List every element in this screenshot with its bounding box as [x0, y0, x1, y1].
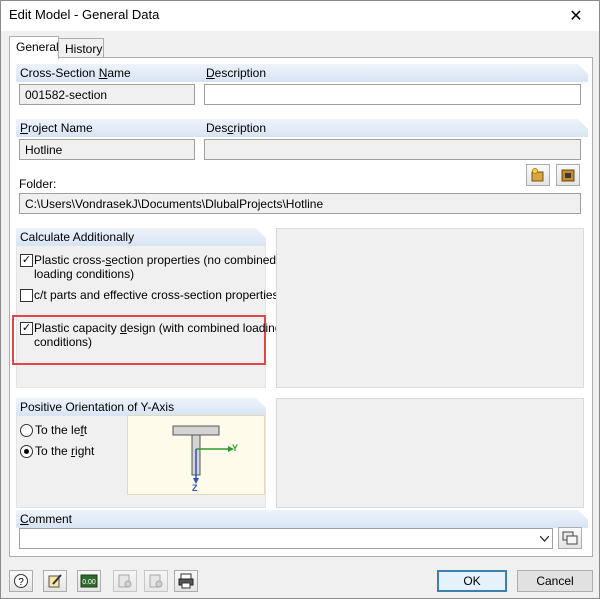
- units-button[interactable]: 0.00: [77, 570, 101, 592]
- plastic-capacity-label: Plastic capacity design (with combined l…: [34, 321, 282, 349]
- window-title: Edit Model - General Data: [9, 7, 160, 22]
- svg-text:?: ?: [18, 577, 24, 588]
- tab-history[interactable]: History: [58, 38, 104, 58]
- close-icon: ✕: [569, 8, 583, 25]
- import-button[interactable]: [113, 570, 137, 592]
- edit-button[interactable]: [43, 570, 67, 592]
- ct-parts-label: c/t parts and effective cross-section pr…: [34, 288, 279, 302]
- project-manager-button[interactable]: [556, 164, 580, 186]
- title-bar: Edit Model - General Data ✕: [1, 1, 599, 31]
- cross-section-name-field[interactable]: 001582-section: [19, 84, 195, 105]
- plastic-properties-checkbox[interactable]: ✓: [20, 254, 33, 267]
- comment-header: Comment: [16, 510, 588, 528]
- chevron-down-icon: [540, 535, 549, 542]
- project-name-label: Project Name: [20, 121, 93, 135]
- comment-field[interactable]: [19, 528, 553, 549]
- comment-library-button[interactable]: [558, 527, 582, 549]
- ok-button[interactable]: OK: [437, 570, 507, 592]
- project-manager-icon: [561, 169, 575, 182]
- calculate-header-label: Calculate Additionally: [20, 230, 135, 244]
- cancel-button[interactable]: Cancel: [517, 570, 593, 592]
- plastic-properties-label: Plastic cross-section properties (no com…: [34, 253, 277, 281]
- help-button[interactable]: ?: [9, 570, 33, 592]
- export-button[interactable]: [144, 570, 168, 592]
- svg-text:0.00: 0.00: [82, 579, 96, 586]
- cross-section-header: Cross-Section Name Description: [16, 64, 588, 82]
- new-folder-icon: [531, 168, 544, 182]
- cross-section-description-field[interactable]: [204, 84, 581, 105]
- orientation-side-panel: [276, 398, 584, 508]
- comment-library-icon: [562, 531, 578, 545]
- general-panel: Cross-Section Name Description 001582-se…: [9, 57, 593, 557]
- calculate-side-panel: [276, 228, 584, 388]
- print-button[interactable]: [174, 570, 198, 592]
- units-icon: 0.00: [80, 574, 98, 588]
- folder-path-field[interactable]: C:\Users\VondrasekJ\Documents\DlubalProj…: [19, 193, 581, 214]
- orientation-header-label: Positive Orientation of Y-Axis: [20, 400, 175, 414]
- cross-section-description-label: Description: [206, 66, 267, 80]
- comment-label: Comment: [20, 512, 73, 526]
- project-name-field[interactable]: Hotline: [19, 139, 195, 160]
- orientation-header: Positive Orientation of Y-Axis: [16, 398, 266, 416]
- ct-parts-checkbox[interactable]: [20, 289, 33, 302]
- tab-history-label: History: [65, 42, 103, 56]
- calculate-header: Calculate Additionally: [16, 228, 266, 246]
- close-button[interactable]: ✕: [553, 1, 599, 31]
- checkmark-icon: ✓: [21, 254, 32, 266]
- cross-section-name-label: Cross-Section Name: [20, 66, 131, 80]
- project-description-field[interactable]: [204, 139, 581, 160]
- checkmark-icon: ✓: [21, 322, 32, 334]
- comment-dropdown[interactable]: [537, 529, 552, 548]
- edit-icon: [48, 574, 62, 588]
- import-icon: [118, 574, 132, 588]
- project-description-label: Description: [206, 121, 267, 135]
- help-icon: ?: [14, 574, 28, 588]
- tab-general-label: General: [16, 40, 59, 54]
- export-icon: [149, 574, 163, 588]
- folder-label: Folder:: [19, 177, 57, 191]
- ok-label: OK: [463, 574, 481, 588]
- axis-z-label: Z: [192, 483, 198, 493]
- new-project-button[interactable]: [526, 164, 550, 186]
- axis-y-label: Y: [232, 443, 239, 453]
- tab-general[interactable]: General: [9, 36, 59, 59]
- plastic-capacity-checkbox[interactable]: ✓: [20, 322, 33, 335]
- print-icon: [178, 573, 194, 589]
- cancel-label: Cancel: [536, 574, 574, 588]
- dialog-window: Edit Model - General Data ✕ General Hist…: [0, 0, 600, 599]
- orientation-right-label: To the right: [35, 444, 95, 458]
- orientation-left-label: To the left: [35, 423, 88, 437]
- project-header: Project Name Description: [16, 119, 588, 137]
- orientation-right-radio[interactable]: [20, 445, 33, 458]
- orientation-left-radio[interactable]: [20, 424, 33, 437]
- orientation-preview: Y Z: [127, 415, 265, 495]
